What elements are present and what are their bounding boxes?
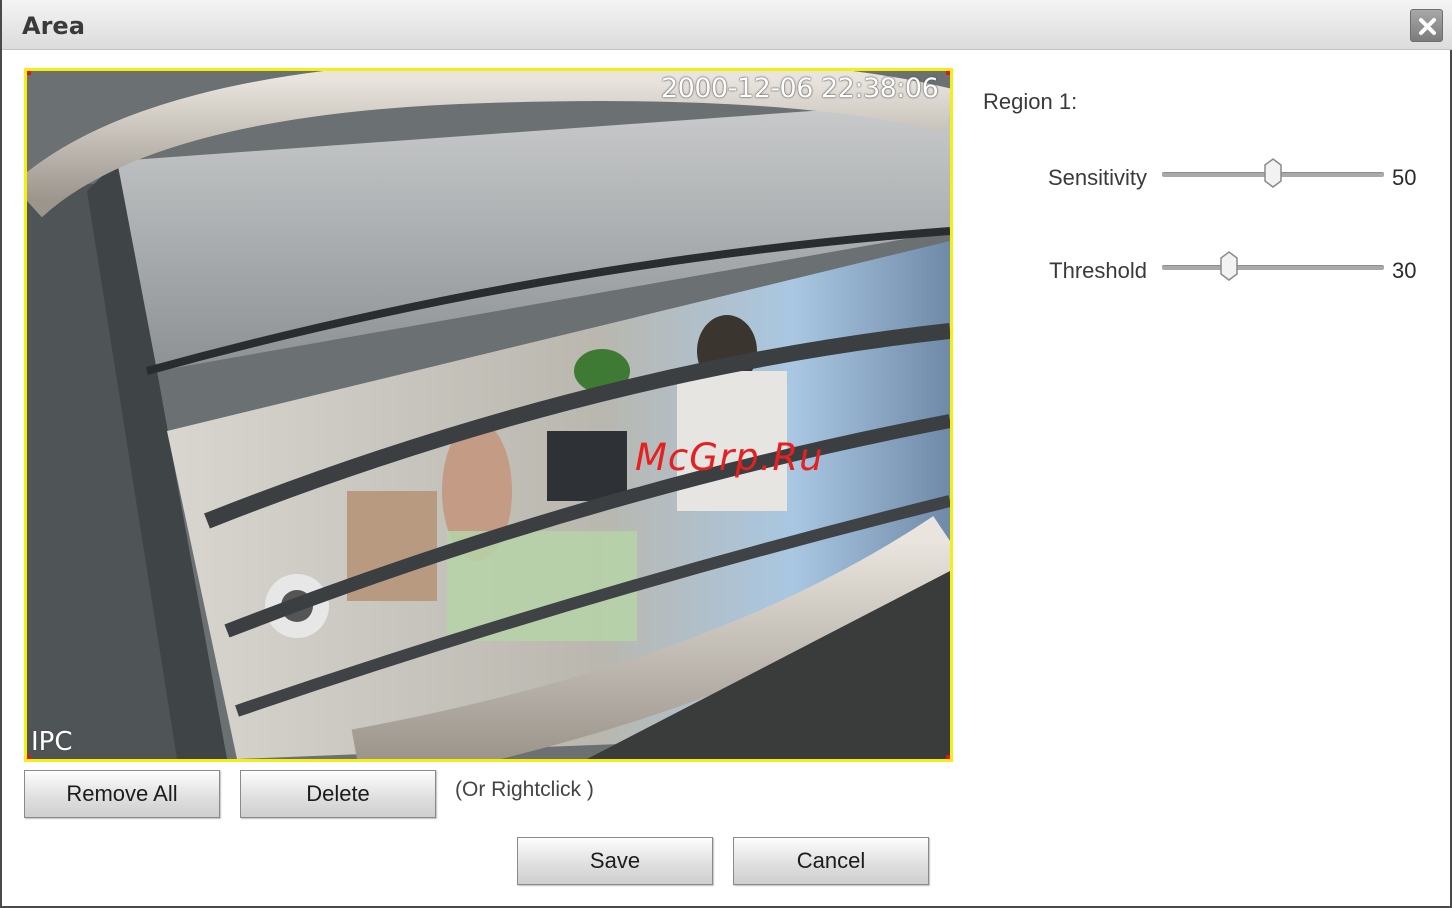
- region-label: Region 1:: [983, 89, 1078, 114]
- region-corner-handle[interactable]: [946, 755, 950, 759]
- sensitivity-slider[interactable]: [1162, 158, 1384, 188]
- sensitivity-value: 50: [1392, 165, 1417, 190]
- delete-button[interactable]: Delete: [240, 770, 436, 818]
- threshold-value: 30: [1392, 258, 1417, 283]
- slider-thumb-icon[interactable]: [1263, 158, 1283, 188]
- rightclick-hint: (Or Rightclick ): [455, 778, 594, 801]
- title-bar: Area: [2, 0, 1452, 50]
- remove-all-button[interactable]: Remove All: [24, 770, 220, 818]
- watermark: McGrp.Ru: [635, 436, 824, 479]
- slider-thumb-icon[interactable]: [1219, 251, 1239, 281]
- save-button[interactable]: Save: [517, 837, 713, 885]
- region-corner-handle[interactable]: [27, 71, 31, 75]
- threshold-label: Threshold: [1049, 258, 1147, 283]
- video-preview[interactable]: 2000-12-06 22:38:06 IPC McGrp.Ru: [24, 68, 953, 762]
- region-corner-handle[interactable]: [946, 71, 950, 75]
- cancel-button[interactable]: Cancel: [733, 837, 929, 885]
- close-icon: [1419, 18, 1436, 35]
- threshold-slider[interactable]: [1162, 251, 1384, 281]
- camera-image: [27, 71, 950, 759]
- sensitivity-label: Sensitivity: [1047, 165, 1147, 190]
- dialog-title: Area: [22, 12, 85, 40]
- osd-timestamp: 2000-12-06 22:38:06: [661, 73, 939, 104]
- osd-channel-name: IPC: [31, 727, 73, 757]
- close-button[interactable]: [1410, 9, 1443, 42]
- area-dialog: Area 2000-12-06 22:38:06 IPC McGrp.Ru Re…: [0, 0, 1452, 908]
